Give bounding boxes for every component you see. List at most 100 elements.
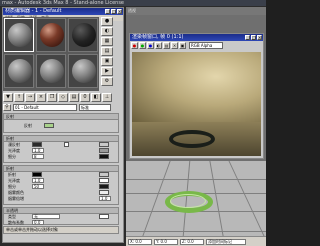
grid-line: [126, 231, 266, 232]
sample-sphere: [72, 23, 96, 47]
monochrome-icon[interactable]: ▤: [163, 42, 170, 49]
param-field[interactable]: 1.0: [32, 178, 44, 183]
param-field[interactable]: 0.0: [32, 220, 44, 225]
green-channel-icon[interactable]: ●: [139, 42, 146, 49]
close-icon[interactable]: ×: [257, 35, 262, 40]
rendered-ring: [169, 130, 215, 148]
param-field[interactable]: 50: [32, 184, 44, 189]
minimize-icon[interactable]: _: [105, 9, 110, 14]
show-end-result-icon[interactable]: ⊥: [102, 93, 112, 102]
rollout-refraction-b: 折射 折射 光泽度 1.0 细分 50 烟雾颜色 烟雾倍增 1.0: [3, 165, 119, 205]
background-icon[interactable]: ▦: [101, 37, 113, 46]
sample-sphere: [8, 23, 32, 47]
video-color-icon[interactable]: ▣: [101, 57, 113, 66]
minimize-icon[interactable]: _: [245, 35, 250, 40]
option-checkbox[interactable]: [64, 142, 69, 147]
material-toolbar: ▼ ↑ → × ❐ ◇ ▤ 0 ◧ ⊥: [3, 93, 119, 102]
coord-y-field[interactable]: Y: 0.0: [154, 238, 178, 245]
rollout-refraction-a: 折射 漫反射 光泽度 1.0 细分 8: [3, 135, 119, 163]
sample-slot-2[interactable]: [36, 18, 66, 52]
grid-line: [228, 161, 265, 236]
param-row: 反射: [4, 123, 118, 129]
render-toolbar: ● ● ● ◐ ▤ × ▣ RGB Alpha: [130, 41, 263, 50]
sample-sphere: [40, 59, 64, 83]
material-editor-title: 材质编辑器 - 1 - Default _ □ ×: [3, 8, 123, 15]
uv-tiling-icon[interactable]: ▤: [101, 47, 113, 56]
rollout-reflection: 反射 反射: [3, 113, 119, 133]
sample-sphere: [72, 59, 96, 83]
coord-z-field[interactable]: Z: 0.0: [180, 238, 204, 245]
color-swatch[interactable]: [99, 142, 109, 147]
param-row: 烟雾倍增 1.0: [4, 196, 118, 202]
make-preview-icon[interactable]: ▶: [101, 67, 113, 76]
window-buttons: _ □ ×: [245, 35, 262, 40]
window-buttons: _ □ ×: [105, 9, 122, 14]
rollout-translucency: 半透明 类型 无 散布系数 0.0: [3, 207, 119, 225]
sample-sphere: [40, 23, 64, 47]
pick-material-icon[interactable]: ⚲: [3, 104, 11, 111]
sample-slot-1[interactable]: [4, 18, 34, 52]
status-bar: X: 0.0 Y: 0.0 Z: 0.0 添加时间标记: [126, 236, 266, 246]
sample-slot-6[interactable]: [68, 54, 98, 88]
app-frame: max - Autodesk 3ds Max 8 - Stand-alone L…: [0, 0, 266, 246]
color-swatch[interactable]: [99, 184, 109, 189]
options-icon[interactable]: ⚙: [101, 77, 113, 86]
param-field[interactable]: 8: [32, 154, 44, 159]
grid-line: [126, 179, 266, 180]
param-field[interactable]: 1.0: [99, 196, 111, 201]
param-field[interactable]: 无: [32, 214, 60, 219]
red-channel-icon[interactable]: ●: [131, 42, 138, 49]
backlight-icon[interactable]: ◐: [101, 27, 113, 36]
get-material-icon[interactable]: ▼: [3, 93, 13, 102]
perspective-viewport[interactable]: [126, 161, 266, 236]
param-label: 反射: [24, 123, 32, 128]
render-wall: [132, 52, 261, 122]
put-to-library-icon[interactable]: ▤: [69, 93, 79, 102]
sample-slot-4[interactable]: [4, 54, 34, 88]
copy-material-icon[interactable]: ❐: [47, 93, 57, 102]
make-unique-icon[interactable]: ◇: [58, 93, 68, 102]
render-frame-window: 渲染帧窗口, 帧 0 (1:1) _ □ × ● ● ● ◐ ▤ × ▣ RGB…: [129, 33, 264, 159]
color-swatch[interactable]: [32, 142, 42, 147]
channel-select[interactable]: RGB Alpha: [189, 42, 223, 49]
add-time-tag-button[interactable]: 添加时间标记: [206, 238, 246, 245]
sample-slot-3[interactable]: [68, 18, 98, 52]
material-effects-channel-icon[interactable]: 0: [80, 93, 90, 102]
save-icon[interactable]: ▣: [179, 42, 186, 49]
param-label: 细分: [8, 154, 16, 159]
material-editor-status: 单击或单击并拖动以选择对象: [3, 226, 119, 234]
maximize-icon[interactable]: □: [111, 9, 116, 14]
blue-channel-icon[interactable]: ●: [147, 42, 154, 49]
coord-x-field[interactable]: X: 0.0: [128, 238, 152, 245]
color-swatch[interactable]: [99, 148, 109, 153]
color-swatch[interactable]: [44, 123, 54, 128]
sample-slot-5[interactable]: [36, 54, 66, 88]
close-icon[interactable]: ×: [117, 9, 122, 14]
rendered-image: [132, 52, 261, 156]
material-name-field[interactable]: 01 - Default: [13, 104, 77, 111]
assign-material-icon[interactable]: →: [25, 93, 35, 102]
color-swatch[interactable]: [99, 154, 109, 159]
render-window-title: 渲染帧窗口, 帧 0 (1:1) _ □ ×: [130, 34, 263, 41]
color-swatch[interactable]: [99, 214, 109, 219]
color-swatch[interactable]: [32, 172, 42, 177]
sample-type-icon[interactable]: ●: [101, 17, 113, 26]
param-field[interactable]: 1.0: [32, 148, 44, 153]
material-type-button[interactable]: 标准: [79, 104, 111, 111]
maximize-icon[interactable]: □: [251, 35, 256, 40]
sample-side-toolbar: ● ◐ ▦ ▤ ▣ ▶ ⚙: [101, 17, 120, 91]
sample-sphere: [8, 59, 32, 83]
material-editor-title-text: 材质编辑器 - 1 - Default: [5, 8, 62, 14]
rollout-title[interactable]: 反射: [4, 114, 118, 120]
param-label: 烟雾倍增: [8, 196, 24, 201]
reset-map-icon[interactable]: ×: [36, 93, 46, 102]
put-to-scene-icon[interactable]: ↑: [14, 93, 24, 102]
material-sample-slots: [3, 17, 99, 91]
color-swatch[interactable]: [99, 172, 109, 177]
clear-icon[interactable]: ×: [171, 42, 178, 49]
alpha-channel-icon[interactable]: ◐: [155, 42, 162, 49]
viewport-label[interactable]: 透视: [126, 7, 266, 15]
color-swatch[interactable]: [99, 190, 109, 195]
show-map-in-viewport-icon[interactable]: ◧: [91, 93, 101, 102]
color-swatch[interactable]: [99, 178, 109, 183]
